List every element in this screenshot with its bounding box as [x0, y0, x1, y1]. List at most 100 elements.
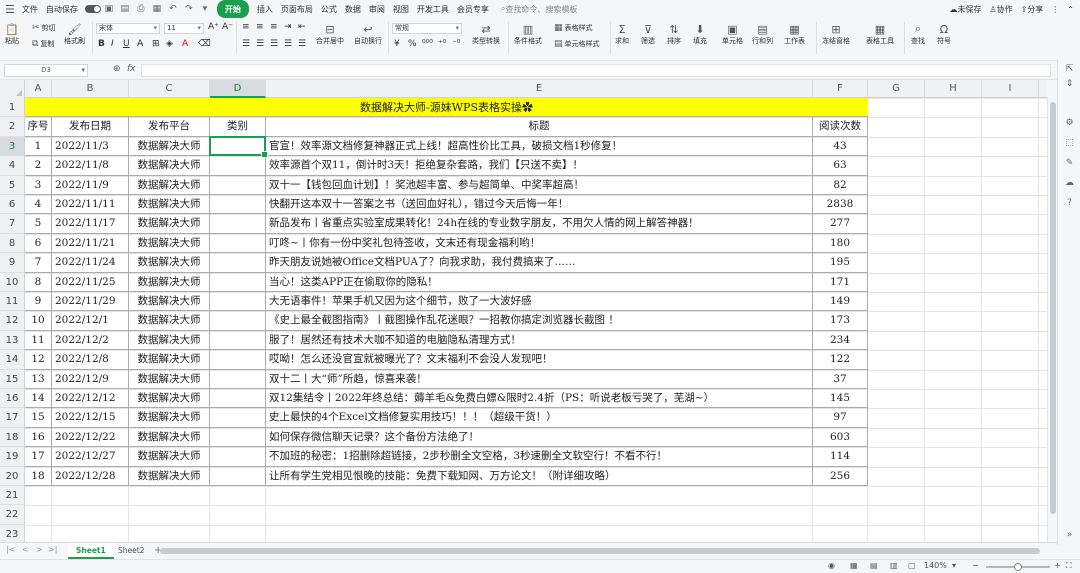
last-sheet-icon[interactable]: >| — [48, 545, 57, 554]
cell-reads[interactable]: 603 — [813, 427, 868, 448]
cell-category[interactable] — [210, 214, 266, 234]
increase-decimal-icon[interactable]: ⁺⁰ — [438, 39, 446, 49]
cell-platform[interactable]: 数据解决大师 — [129, 292, 210, 312]
column-header-a[interactable]: A — [25, 80, 52, 98]
row-header-2[interactable]: 2 — [0, 117, 25, 137]
cell-reads[interactable]: 97 — [813, 408, 868, 428]
fill-color-icon[interactable]: ◈ — [166, 39, 173, 49]
column-header-e[interactable]: E — [266, 80, 813, 98]
cell-date[interactable]: 2022/11/24 — [52, 253, 129, 273]
cell-platform[interactable]: 数据解决大师 — [129, 195, 210, 215]
cell-category[interactable] — [210, 292, 266, 312]
vertical-scroll-thumb[interactable] — [1050, 102, 1056, 514]
clear-format-icon[interactable]: ⌫ — [198, 39, 211, 49]
row-header-22[interactable]: 22 — [0, 505, 25, 525]
next-sheet-icon[interactable]: > — [36, 545, 43, 554]
sheet-tab-1[interactable]: Sheet1 — [68, 543, 114, 559]
cell-title[interactable]: 如何保存微信聊天记录？这个备份方法绝了！ — [266, 427, 813, 448]
strikethrough-icon[interactable]: A̶ — [137, 39, 143, 49]
row-header-7[interactable]: 7 — [0, 214, 25, 234]
cell-category[interactable] — [210, 311, 266, 331]
zoom-level[interactable]: 140% — [924, 561, 947, 570]
cell-title[interactable]: 当心！这类APP正在偷取你的隐私！ — [266, 272, 813, 292]
cell-seq[interactable]: 4 — [25, 195, 52, 215]
cell-title[interactable]: 双十一【钱包回血计划】！奖池超丰富、参与超简单、中奖率超高！ — [266, 175, 813, 195]
row-header-15[interactable]: 15 — [0, 369, 25, 389]
cell-category[interactable] — [210, 330, 266, 351]
rowcol-button[interactable]: ▤ 行和列 — [752, 22, 773, 46]
cell-category[interactable] — [210, 427, 266, 448]
cell-reads[interactable]: 145 — [813, 389, 868, 409]
cell-date[interactable]: 2022/12/1 — [52, 311, 129, 331]
percent-icon[interactable]: % — [408, 39, 417, 49]
row-header-23[interactable]: 23 — [0, 524, 25, 542]
cell-platform[interactable]: 数据解决大师 — [129, 175, 210, 195]
align-bottom-icon[interactable]: ≡ — [270, 22, 278, 32]
row-header-20[interactable]: 20 — [0, 466, 25, 486]
cell-platform[interactable]: 数据解决大师 — [129, 369, 210, 389]
cell-date[interactable]: 2022/12/2 — [52, 330, 129, 351]
row-header-14[interactable]: 14 — [0, 350, 25, 370]
cell-title[interactable]: 史上最快的4个Excel文档修复实用技巧！！！（超级干货！） — [266, 408, 813, 428]
cell-title[interactable]: 叮咚~丨你有一份中奖礼包待签收，文末还有现金福利哟！ — [266, 233, 813, 254]
row-header-4[interactable]: 4 — [0, 156, 25, 176]
normal-view-icon[interactable]: ▦ — [850, 561, 858, 570]
tab-data[interactable]: 数据 — [341, 0, 365, 18]
cell-category[interactable] — [210, 195, 266, 215]
cell-date[interactable]: 2022/11/17 — [52, 214, 129, 234]
row-header-9[interactable]: 9 — [0, 253, 25, 273]
row-header-1[interactable]: 1 — [0, 98, 25, 118]
cell-date[interactable]: 2022/12/28 — [52, 466, 129, 486]
number-format-select[interactable]: 常规 — [392, 23, 462, 34]
freeze-panes-button[interactable]: ⊞ 冻结窗格 — [822, 22, 850, 46]
decrease-font-icon[interactable]: A⁻ — [222, 22, 233, 32]
cell-title[interactable]: 服了！居然还有技术大咖不知道的电脑隐私清理方式！ — [266, 330, 813, 351]
cell-title[interactable]: 快翻开这本双十一答案之书（送回血好礼），错过今天后悔一年！ — [266, 195, 813, 215]
formula-input[interactable] — [141, 64, 1051, 77]
outdent-icon[interactable]: ⇤ — [298, 22, 306, 32]
font-size-select[interactable]: 11 — [164, 23, 204, 34]
vertical-scrollbar[interactable] — [1047, 98, 1057, 542]
cell-title[interactable]: 官宣！效率源文档修复神器正式上线！超高性价比工具，破损文档1秒修复！ — [266, 136, 813, 157]
cell-platform[interactable]: 数据解决大师 — [129, 466, 210, 486]
cell-title[interactable]: 哎呦！怎么还没官宣就被曝光了？文末福利不会没人发现吧！ — [266, 350, 813, 370]
cell-date[interactable]: 2022/11/11 — [52, 195, 129, 215]
cell-title[interactable]: 双12集结令丨2022年终总结：薅羊毛&免费白嫖&限时2.4折（PS：听说老板亏… — [266, 389, 813, 409]
cell-platform[interactable]: 数据解决大师 — [129, 136, 210, 157]
cell-seq[interactable]: 1 — [25, 136, 52, 157]
cell-platform[interactable]: 数据解决大师 — [129, 447, 210, 467]
cell-date[interactable]: 2022/12/22 — [52, 427, 129, 448]
zoom-formula-icon[interactable]: ⊕ — [113, 64, 121, 74]
style-icon[interactable]: ✎ — [1064, 158, 1075, 169]
cell-category[interactable] — [210, 408, 266, 428]
cell-title[interactable]: 新品发布丨省重点实验室成果转化！24h在线的专业数字朋友，不用欠人情的网上解答神… — [266, 214, 813, 234]
row-header-16[interactable]: 16 — [0, 389, 25, 409]
column-header-i[interactable]: I — [982, 80, 1039, 98]
tab-insert[interactable]: 插入 — [253, 0, 277, 18]
cell-seq[interactable]: 2 — [25, 156, 52, 176]
format-painter-button[interactable]: 🖌 格式刷 — [64, 22, 85, 46]
cell-category[interactable]: 类别 — [210, 117, 266, 137]
cell-date[interactable]: 2022/12/27 — [52, 447, 129, 467]
type-convert-button[interactable]: ⇄ 类型转换 — [472, 22, 500, 46]
cell-title[interactable]: 效率源首个双11，倒计时3天！拒绝复杂套路，我们【只送不卖】！ — [266, 156, 813, 176]
print-preview-icon[interactable]: ▤ — [117, 0, 133, 18]
first-sheet-icon[interactable]: |< — [6, 545, 15, 554]
italic-icon[interactable]: I — [111, 39, 114, 49]
paste-button[interactable]: 📋 粘贴 — [4, 22, 20, 46]
row-header-17[interactable]: 17 — [0, 408, 25, 428]
cell-seq[interactable]: 5 — [25, 214, 52, 234]
font-name-select[interactable]: 宋体 — [96, 23, 160, 34]
sheet-title-cell[interactable]: 数据解决大师-源妹WPS表格实操✿ — [25, 98, 868, 118]
tab-formula[interactable]: 公式 — [317, 0, 341, 18]
cell-platform[interactable]: 数据解决大师 — [129, 311, 210, 331]
eye-protection-icon[interactable]: ◉ — [828, 561, 835, 570]
cell-date[interactable]: 2022/12/8 — [52, 350, 129, 370]
pointer-icon[interactable]: ⇱ — [1064, 64, 1075, 75]
tab-developer[interactable]: 开发工具 — [413, 0, 453, 18]
zoom-out-button[interactable]: − — [972, 561, 979, 570]
tab-page-layout[interactable]: 页面布局 — [277, 0, 317, 18]
selection-icon[interactable]: ⬚ — [1064, 138, 1075, 149]
zoom-in-button[interactable]: + — [1054, 561, 1061, 570]
cell-title[interactable]: 标题 — [266, 117, 813, 137]
